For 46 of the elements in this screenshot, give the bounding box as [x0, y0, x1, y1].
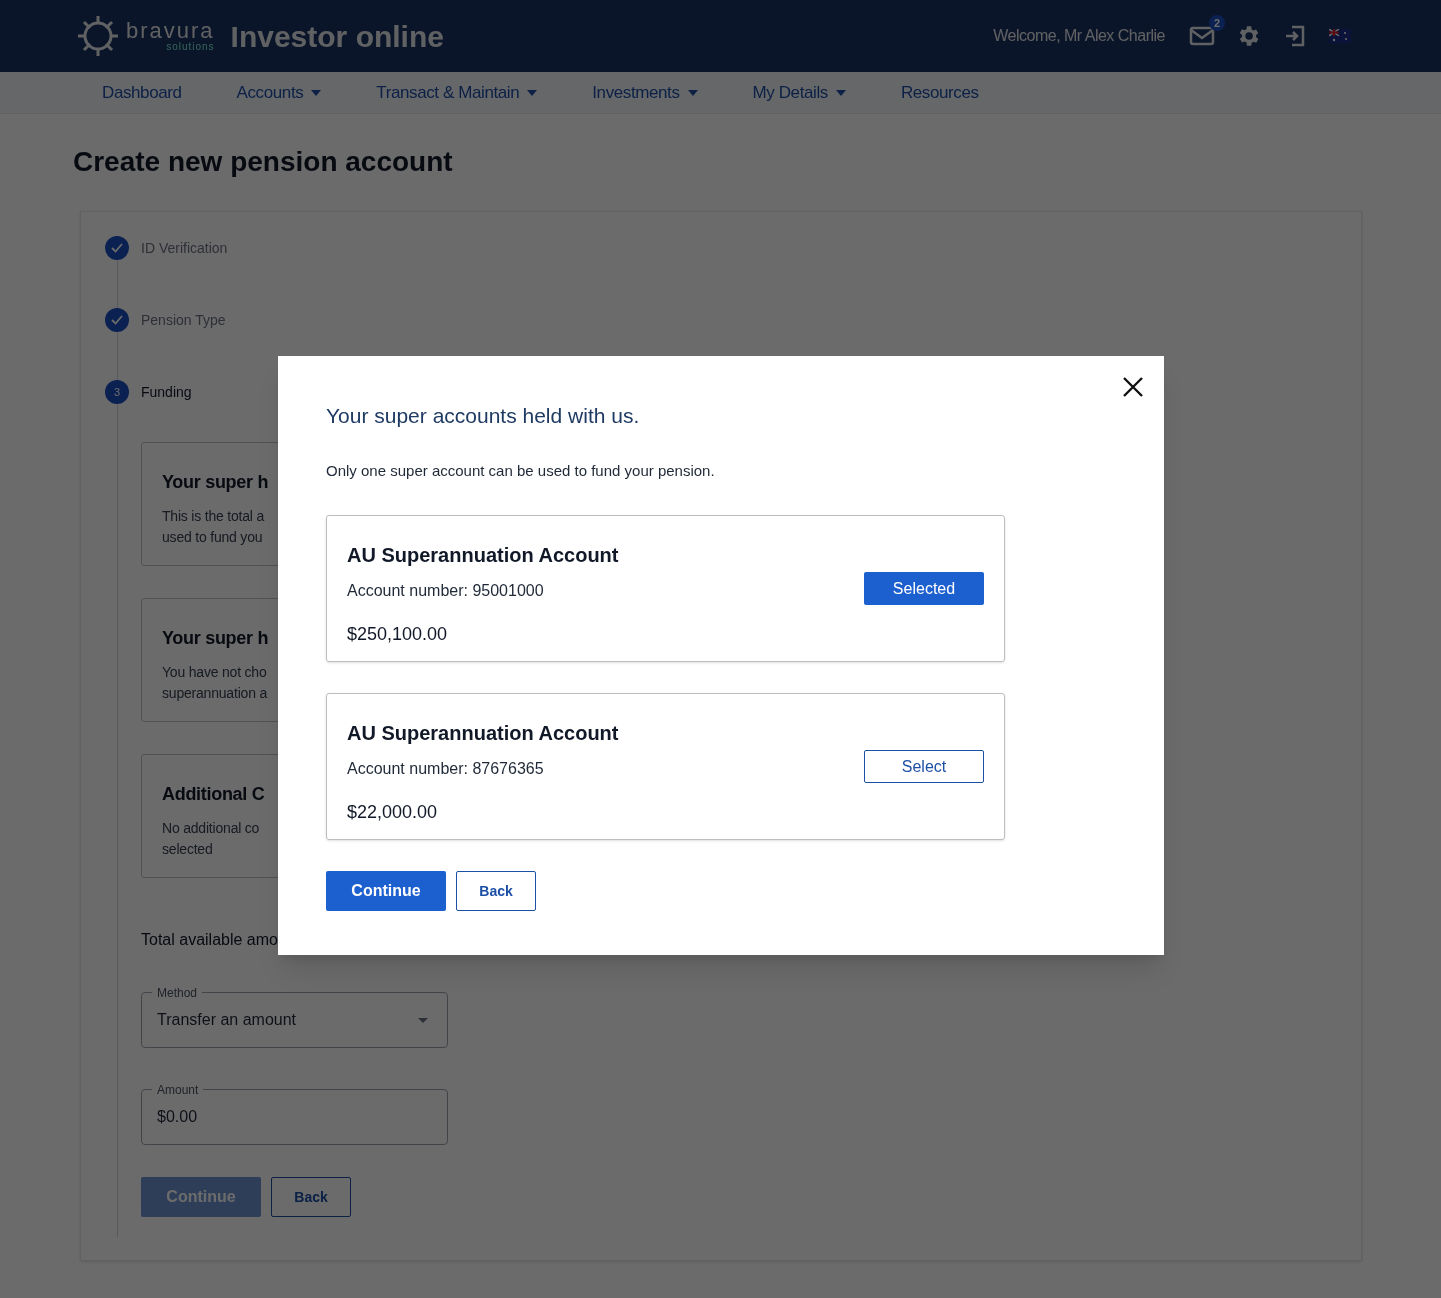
account-name: AU Superannuation Account	[347, 543, 619, 568]
page-title: Create new pension account	[73, 145, 454, 179]
card-text: No additional co	[162, 819, 260, 838]
dropdown-caret-icon	[418, 1017, 428, 1023]
modal-title: Your super accounts held with us.	[326, 403, 641, 429]
back-button[interactable]: Back	[271, 1177, 351, 1217]
account-name: AU Superannuation Account	[347, 721, 619, 746]
card-title: Additional C	[162, 783, 265, 806]
card-text: superannuation a	[162, 684, 267, 703]
flag-icon[interactable]	[1329, 29, 1351, 43]
account-balance: $250,100.00	[347, 623, 449, 646]
field-value: Transfer an amount	[157, 1010, 297, 1030]
card-text: This is the total a	[162, 507, 265, 526]
select-button[interactable]: Select	[864, 750, 984, 783]
logo-wordmark: bravura	[126, 20, 215, 42]
nav-link[interactable]: Transact & Maintain	[376, 79, 538, 106]
card-title: Your super h	[162, 627, 269, 650]
total-available-label: Total available amo	[141, 930, 279, 950]
mail-icon[interactable]	[1189, 25, 1215, 47]
nav-link[interactable]: Dashboard	[102, 79, 182, 106]
card-title: Your super h	[162, 471, 269, 494]
welcome-text: Welcome, Mr Alex Charlie	[993, 26, 1165, 46]
modal-subtitle: Only one super account can be used to fund your pension.	[326, 460, 716, 481]
nav-link[interactable]: Investments	[592, 79, 698, 106]
logo-subtitle: solutions	[166, 42, 215, 52]
close-icon	[1123, 377, 1143, 397]
nav-link[interactable]: Accounts	[236, 79, 322, 106]
nav-link[interactable]: Resources	[900, 79, 979, 106]
step-label: Pension Type	[141, 310, 226, 330]
card-text: You have not cho	[162, 663, 267, 682]
app-title: Investor online	[230, 18, 444, 55]
selected-button[interactable]: Selected	[864, 572, 984, 605]
account-balance: $22,000.00	[347, 801, 439, 824]
account-number: Account number: 95001000	[347, 581, 545, 601]
account-number: Account number: 87676365	[347, 759, 545, 779]
field-value: $0.00	[157, 1107, 198, 1127]
step-number: 3	[105, 380, 129, 404]
back-button[interactable]: Back	[456, 871, 536, 911]
continue-button[interactable]: Continue	[326, 871, 446, 911]
card-text: used to fund you	[162, 528, 263, 547]
step-label: Funding	[141, 382, 192, 402]
notification-badge: 2	[1209, 15, 1225, 31]
logout-icon[interactable]	[1283, 24, 1307, 48]
step-label: ID Verification	[141, 238, 228, 258]
card-text: selected	[162, 840, 213, 859]
nav-link[interactable]: My Details	[752, 79, 846, 106]
